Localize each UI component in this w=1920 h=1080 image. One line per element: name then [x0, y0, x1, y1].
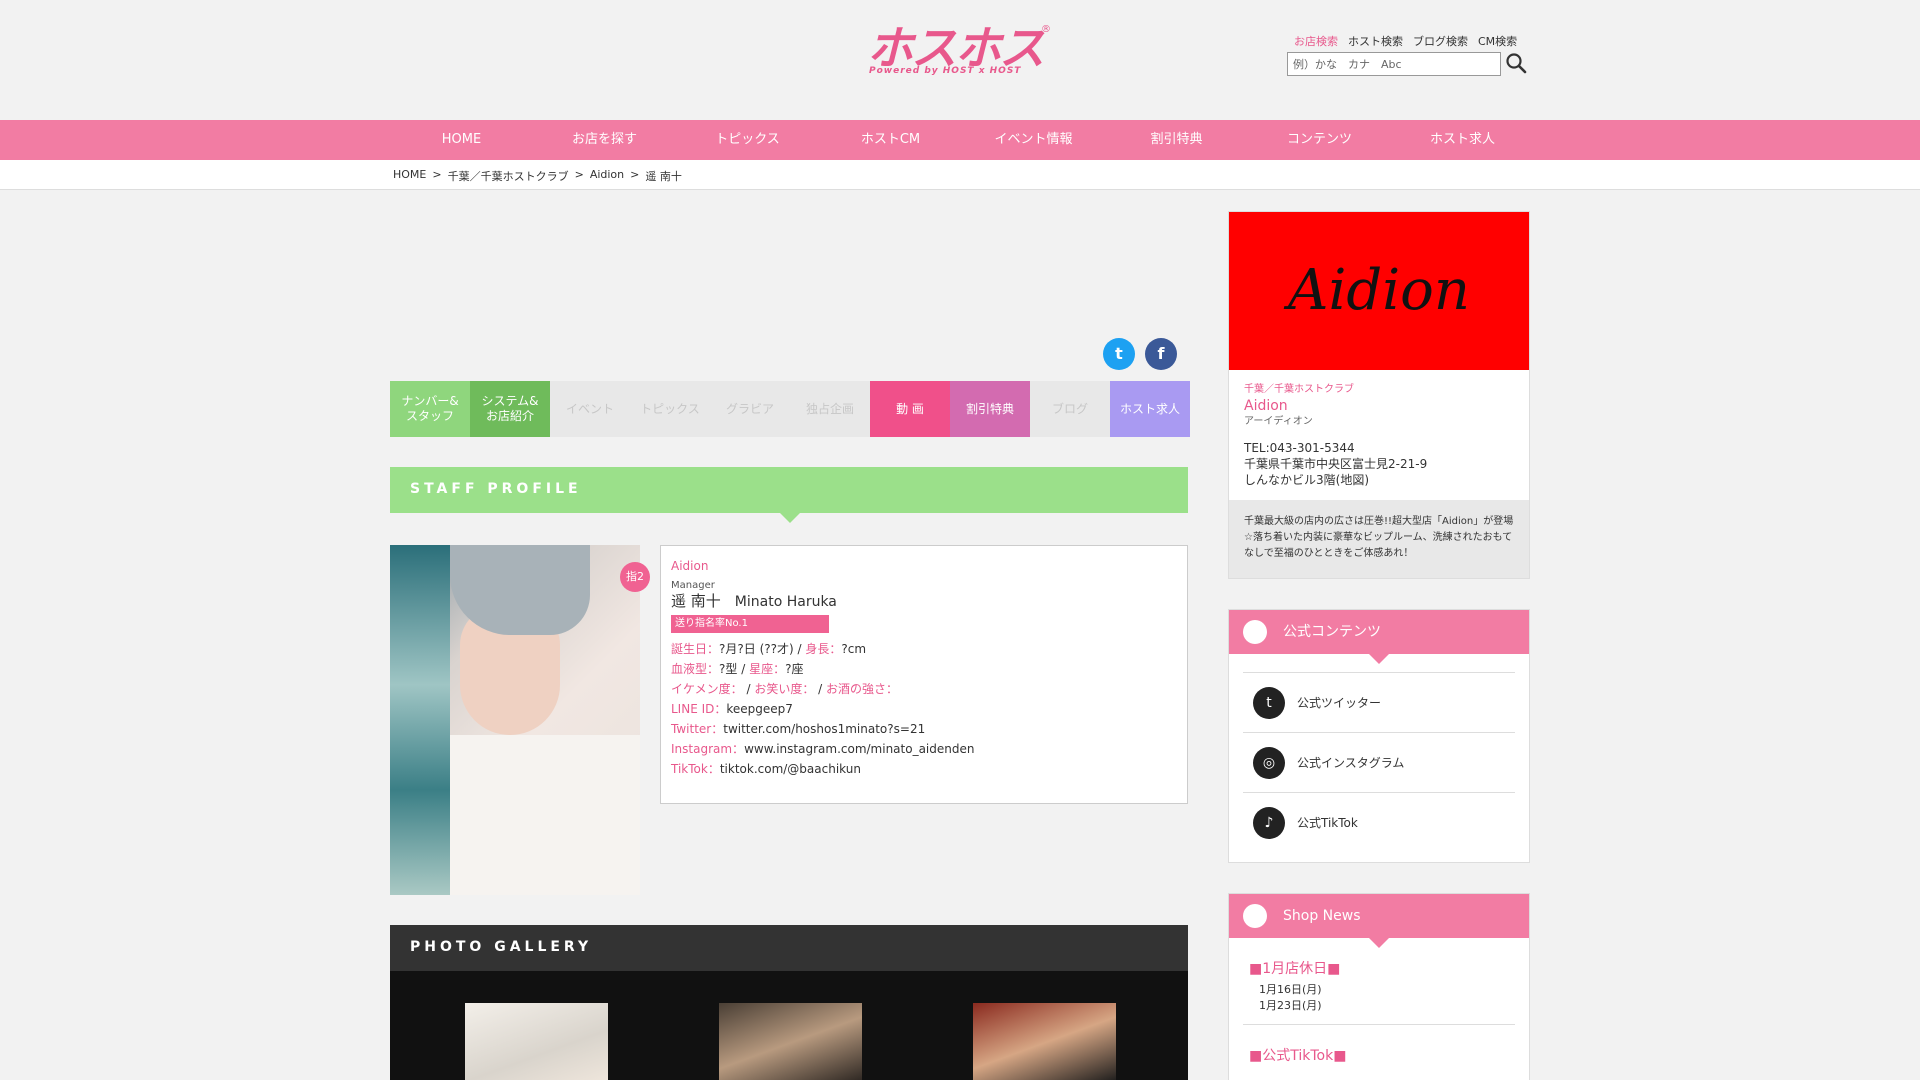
- shop-news-heading: Shop News: [1229, 894, 1529, 938]
- shop-tab[interactable]: 割引特典: [950, 381, 1030, 437]
- staff-profile-heading: STAFF PROFILE: [390, 467, 1188, 513]
- shop-tab: 独占企画: [790, 381, 870, 437]
- official-twitter-link[interactable]: t 公式ツイッター: [1243, 672, 1515, 732]
- official-tiktok-link[interactable]: ♪ 公式TikTok: [1243, 792, 1515, 852]
- tiktok-row: TikTok：tiktok.com/@baachikun: [671, 762, 861, 776]
- photo-gallery-heading: PHOTO GALLERY: [390, 925, 1188, 971]
- map-link[interactable]: (地図): [1336, 473, 1369, 487]
- line-id-row: LINE ID：keepgeep7: [671, 702, 793, 716]
- nav-discounts[interactable]: 割引特典: [1105, 120, 1248, 160]
- search-tab-shop[interactable]: お店検索: [1294, 33, 1338, 49]
- blood-sign-row: 血液型：?型 / 星座：?座: [671, 662, 804, 676]
- shop-address: 千葉県千葉市中央区富士見2-21-9: [1244, 457, 1428, 471]
- logo-text: ホスホス: [867, 21, 1045, 75]
- gallery-thumb[interactable]: [465, 1003, 608, 1080]
- search-tab-cm[interactable]: CM検索: [1478, 33, 1517, 49]
- breadcrumb-area[interactable]: 千葉／千葉ホストクラブ: [448, 168, 569, 184]
- twitter-link[interactable]: twitter.com/hoshos1minato?s=21: [723, 722, 925, 736]
- staff-photo: [390, 545, 640, 895]
- profile-details: Aidion Manager 遥 南十 Minato Haruka 送り指名率No…: [660, 545, 1188, 804]
- line-id: keepgeep7: [726, 702, 793, 716]
- shop-tab: トピックス: [630, 381, 710, 437]
- nav-find-shop[interactable]: お店を探す: [533, 120, 676, 160]
- gallery-thumb[interactable]: [719, 1003, 862, 1080]
- twitter-icon: t: [1253, 686, 1285, 719]
- twitter-row: Twitter：twitter.com/hoshos1minato?s=21: [671, 722, 926, 736]
- shop-tab[interactable]: 動 画: [870, 381, 950, 437]
- shop-info: 千葉／千葉ホストクラブ Aidion アーイディオン TEL:043-301-5…: [1229, 370, 1529, 500]
- search-tab-blog[interactable]: ブログ検索: [1413, 33, 1468, 49]
- height: ?cm: [841, 642, 867, 656]
- nav-host-cm[interactable]: ホストCM: [819, 120, 962, 160]
- shop-building: しんなかビル3階: [1244, 473, 1336, 487]
- profile-role: Manager: [671, 580, 715, 591]
- breadcrumb: HOME > 千葉／千葉ホストクラブ > Aidion > 遥 南十: [393, 168, 682, 184]
- official-instagram-link[interactable]: ◎ 公式インスタグラム: [1243, 732, 1515, 792]
- registered-mark: ®: [1041, 24, 1051, 35]
- shop-kana: アーイディオン: [1244, 416, 1313, 427]
- photo-gallery: [390, 971, 1188, 1080]
- breadcrumb-current: 遥 南十: [645, 170, 682, 183]
- tiktok-icon: ♪: [1253, 806, 1285, 839]
- news-item[interactable]: ■1月店休日■ 1月16日(月) 1月23日(月): [1243, 938, 1515, 1025]
- profile-shop[interactable]: Aidion: [671, 556, 1177, 576]
- breadcrumb-bar: HOME > 千葉／千葉ホストクラブ > Aidion > 遥 南十: [0, 160, 1920, 190]
- nav-topics[interactable]: トピックス: [676, 120, 819, 160]
- social-share: t f: [1103, 338, 1177, 370]
- shop-tab: ブログ: [1030, 381, 1110, 437]
- shop-tab: グラビア: [710, 381, 790, 437]
- search-tabs: お店検索 ホスト検索 ブログ検索 CM検索: [1294, 33, 1517, 49]
- nav-contents[interactable]: コンテンツ: [1248, 120, 1391, 160]
- breadcrumb-home[interactable]: HOME: [393, 168, 426, 184]
- site-logo[interactable]: ホスホス Powered by HOST x HOST ®: [867, 24, 1051, 80]
- shop-category[interactable]: 千葉／千葉ホストクラブ: [1244, 382, 1514, 398]
- nav-host-jobs[interactable]: ホスト求人: [1391, 120, 1534, 160]
- official-contents-heading: 公式コンテンツ: [1229, 610, 1529, 654]
- gallery-thumb[interactable]: [973, 1003, 1116, 1080]
- shop-tel[interactable]: TEL:043-301-5344: [1244, 440, 1514, 456]
- nav-home[interactable]: HOME: [390, 120, 533, 160]
- shop-name[interactable]: Aidion: [1244, 398, 1514, 414]
- site-header: ホスホス Powered by HOST x HOST ® お店検索 ホスト検索…: [0, 0, 1920, 120]
- zodiac-sign: ?座: [785, 662, 804, 676]
- profile-name: 遥 南十 Minato Haruka: [671, 592, 1177, 611]
- nomination-badge: 指2: [620, 562, 650, 592]
- sidebar: Aidion 千葉／千葉ホストクラブ Aidion アーイディオン TEL:04…: [1228, 211, 1530, 1080]
- shop-tab: イベント: [550, 381, 630, 437]
- ratings-row: イケメン度： / お笑い度： / お酒の強さ：: [671, 682, 899, 696]
- nav-events[interactable]: イベント情報: [962, 120, 1105, 160]
- search-input[interactable]: 例）かな カナ Abc: [1287, 52, 1501, 76]
- main-nav: HOME お店を探す トピックス ホストCM イベント情報 割引特典 コンテンツ…: [0, 120, 1920, 160]
- shop-logo[interactable]: Aidion: [1229, 212, 1529, 370]
- shop-tab[interactable]: システム& お店紹介: [470, 381, 550, 437]
- tiktok-link[interactable]: tiktok.com/@baachikun: [720, 762, 861, 776]
- blood-type: ?型: [719, 662, 738, 676]
- instagram-icon: ◎: [1253, 746, 1285, 779]
- name-en: Minato Haruka: [734, 594, 837, 610]
- search-icon[interactable]: [1505, 52, 1527, 74]
- rank-badge: 送り指名率No.1: [671, 615, 829, 633]
- birthday-height-row: 誕生日：?月?日 (??才) / 身長：?cm: [671, 642, 867, 656]
- facebook-share-icon[interactable]: f: [1145, 338, 1177, 370]
- shop-description: 千葉最大級の店内の広さは圧巻!!超大型店「Aidion」が登場☆落ち着いた内装に…: [1229, 500, 1529, 578]
- instagram-link[interactable]: www.instagram.com/minato_aidenden: [744, 742, 974, 756]
- official-contents-box: 公式コンテンツ t 公式ツイッター ◎ 公式インスタグラム ♪ 公式TikTok: [1228, 609, 1530, 863]
- birthday: ?月?日 (??才): [719, 642, 794, 656]
- shop-card: Aidion 千葉／千葉ホストクラブ Aidion アーイディオン TEL:04…: [1228, 211, 1530, 579]
- shop-building-row: しんなかビル3階(地図): [1244, 472, 1514, 488]
- name-jp: 遥 南十: [671, 592, 721, 610]
- shop-tab[interactable]: ホスト求人: [1110, 381, 1190, 437]
- shop-news-box: Shop News ■1月店休日■ 1月16日(月) 1月23日(月) ■公式T…: [1228, 893, 1530, 1080]
- heading-arrow: [780, 513, 800, 523]
- instagram-row: Instagram：www.instagram.com/minato_aiden…: [671, 742, 975, 756]
- shop-tab[interactable]: ナンバー& スタッフ: [390, 381, 470, 437]
- search-tab-host[interactable]: ホスト検索: [1348, 33, 1403, 49]
- logo-subtitle: Powered by HOST x HOST: [869, 66, 1022, 76]
- news-item[interactable]: ■公式TikTok■: [1243, 1025, 1515, 1075]
- twitter-share-icon[interactable]: t: [1103, 338, 1135, 370]
- shop-tabs: ナンバー& スタッフ システム& お店紹介 イベント トピックス グラビア 独占企画動 画…: [390, 381, 1190, 437]
- breadcrumb-shop[interactable]: Aidion: [590, 168, 624, 184]
